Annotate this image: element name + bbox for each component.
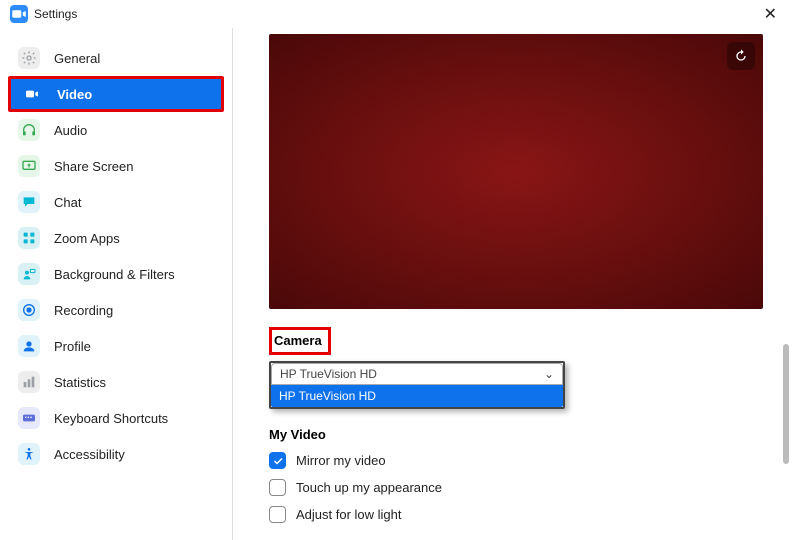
sidebar-label: Background & Filters [54, 267, 175, 282]
chat-icon [18, 191, 40, 213]
checkbox-mirror-video[interactable]: Mirror my video [269, 452, 763, 469]
window-title: Settings [34, 7, 77, 21]
sidebar-label: General [54, 51, 100, 66]
record-icon [18, 299, 40, 321]
settings-sidebar: General Video Audio Share Screen Chat Zo… [0, 28, 233, 540]
sidebar-item-recording[interactable]: Recording [0, 292, 232, 328]
sidebar-label: Keyboard Shortcuts [54, 411, 168, 426]
sidebar-label: Zoom Apps [54, 231, 120, 246]
sidebar-label: Statistics [54, 375, 106, 390]
sidebar-label: Share Screen [54, 159, 134, 174]
accessibility-icon [18, 443, 40, 465]
chevron-down-icon: ⌄ [544, 367, 554, 381]
headphones-icon [18, 119, 40, 141]
camera-dropdown[interactable]: HP TrueVision HD ⌄ HP TrueVision HD [269, 361, 565, 409]
checkbox-input[interactable] [269, 452, 286, 469]
titlebar: Settings ✕ [0, 0, 793, 28]
camera-section-label: Camera [274, 333, 322, 348]
main-panel: Camera HP TrueVision HD ⌄ HP TrueVision … [233, 28, 793, 540]
video-preview [269, 34, 763, 309]
checkbox-input[interactable] [269, 479, 286, 496]
scrollbar-thumb[interactable] [783, 344, 789, 464]
sidebar-label: Accessibility [54, 447, 125, 462]
sidebar-item-accessibility[interactable]: Accessibility [0, 436, 232, 472]
checkbox-low-light[interactable]: Adjust for low light [269, 506, 763, 523]
share-screen-icon [18, 155, 40, 177]
profile-icon [18, 335, 40, 357]
sidebar-item-video[interactable]: Video [8, 76, 224, 112]
sidebar-item-share-screen[interactable]: Share Screen [0, 148, 232, 184]
sidebar-label: Audio [54, 123, 87, 138]
scrollbar[interactable] [783, 344, 789, 524]
sidebar-label: Profile [54, 339, 91, 354]
sidebar-label: Chat [54, 195, 81, 210]
my-video-section-label: My Video [269, 427, 763, 442]
sidebar-item-keyboard-shortcuts[interactable]: Keyboard Shortcuts [0, 400, 232, 436]
checkbox-input[interactable] [269, 506, 286, 523]
sidebar-item-chat[interactable]: Chat [0, 184, 232, 220]
sidebar-item-profile[interactable]: Profile [0, 328, 232, 364]
sidebar-item-general[interactable]: General [0, 40, 232, 76]
checkbox-label: Mirror my video [296, 453, 386, 468]
sidebar-label: Recording [54, 303, 113, 318]
close-button[interactable]: ✕ [758, 2, 783, 26]
sidebar-item-audio[interactable]: Audio [0, 112, 232, 148]
gear-icon [18, 47, 40, 69]
camera-section-highlight: Camera [269, 327, 331, 355]
background-icon [18, 263, 40, 285]
checkbox-touch-up[interactable]: Touch up my appearance [269, 479, 763, 496]
camera-dropdown-option[interactable]: HP TrueVision HD [271, 385, 563, 407]
keyboard-icon [18, 407, 40, 429]
sidebar-item-zoom-apps[interactable]: Zoom Apps [0, 220, 232, 256]
sidebar-label: Video [57, 87, 92, 102]
camera-select-display[interactable]: HP TrueVision HD ⌄ [271, 363, 563, 385]
camera-selected-value: HP TrueVision HD [280, 367, 377, 381]
apps-icon [18, 227, 40, 249]
zoom-app-icon [10, 5, 28, 23]
stats-icon [18, 371, 40, 393]
checkbox-label: Adjust for low light [296, 507, 402, 522]
sidebar-item-statistics[interactable]: Statistics [0, 364, 232, 400]
checkbox-label: Touch up my appearance [296, 480, 442, 495]
sidebar-item-background-filters[interactable]: Background & Filters [0, 256, 232, 292]
video-icon [21, 83, 43, 105]
rotate-camera-button[interactable] [727, 42, 755, 70]
